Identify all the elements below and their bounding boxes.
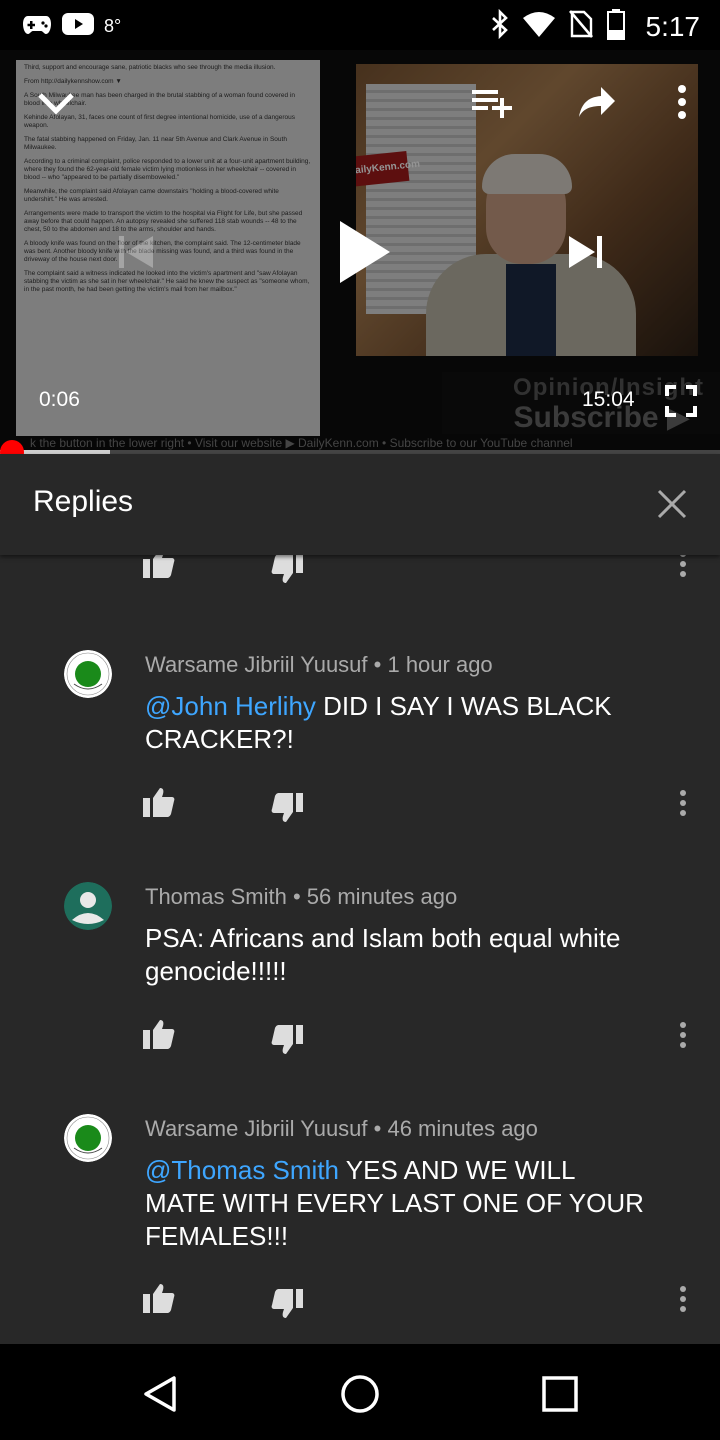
thumbs-up-icon [143,555,175,578]
more-vertical-icon [680,790,686,816]
reply-time: 1 hour ago [387,652,493,677]
more-vertical-icon [680,1022,686,1048]
previous-button[interactable] [112,222,160,282]
reply-meta: Warsame Jibriil Yuusuf • 1 hour ago [145,652,493,677]
like-button[interactable] [142,786,176,823]
comment-more-button[interactable] [668,1284,698,1319]
green-seal-avatar-icon [64,1114,112,1162]
reply-text: PSA: Africans and Islam both equal white… [145,922,645,988]
like-button[interactable] [142,1018,176,1055]
player-more-button[interactable] [660,76,704,128]
like-button[interactable] [142,555,176,584]
play-icon [340,221,390,283]
comment-actions [0,1018,720,1068]
like-button[interactable] [142,1282,176,1319]
avatar[interactable] [64,1114,112,1162]
reply-time: 56 minutes ago [306,884,458,909]
reply-meta: Thomas Smith • 56 minutes ago [145,884,458,909]
more-vertical-icon [680,1286,686,1312]
reply-body: PSA: Africans and Islam both equal white… [145,923,621,986]
close-replies-button[interactable] [648,480,696,528]
skip-previous-icon [119,236,153,268]
thumbs-down-icon [271,1025,303,1054]
reply-author[interactable]: Warsame Jibriil Yuusuf [145,1116,368,1141]
thumbs-down-icon [271,1289,303,1318]
no-sim-icon [568,9,594,44]
video-player[interactable]: Third, support and encourage sane, patri… [0,50,720,454]
reply-item: Warsame Jibriil Yuusuf • 46 minutes ago … [0,1114,720,1344]
thumbs-down-icon [271,555,303,583]
back-button[interactable] [132,1366,188,1422]
next-button[interactable] [560,224,610,280]
more-vertical-icon [678,85,686,119]
share-arrow-icon [579,87,615,117]
avatar[interactable] [64,882,112,930]
comment-actions [0,786,720,836]
reply-text: @Thomas Smith YES AND WE WILL MATE WITH … [145,1154,645,1253]
more-vertical-icon [680,555,686,577]
play-button[interactable] [324,210,404,294]
add-to-playlist-button[interactable] [466,80,518,124]
home-circle-icon [341,1375,379,1413]
dislike-button[interactable] [270,1288,304,1325]
thumbs-down-icon [271,793,303,822]
gamepad-icon [22,12,52,41]
fullscreen-icon [665,385,697,417]
recents-square-icon [542,1376,578,1412]
navigation-bar [0,1344,720,1440]
battery-icon [606,8,626,45]
person-avatar-icon [64,882,112,930]
reply-author[interactable]: Thomas Smith [145,884,287,909]
chevron-down-icon [38,93,74,115]
reply-time: 46 minutes ago [387,1116,538,1141]
replies-list[interactable]: Warsame Jibriil Yuusuf • 1 hour ago @Joh… [0,555,720,1344]
fullscreen-button[interactable] [660,380,702,422]
comment-more-button[interactable] [668,1020,698,1055]
reply-item: Warsame Jibriil Yuusuf • 1 hour ago @Joh… [0,650,720,850]
status-bar: 8° 5:17 [0,0,720,50]
green-seal-avatar-icon [64,650,112,698]
dislike-button[interactable] [270,555,304,590]
reply-author[interactable]: Warsame Jibriil Yuusuf [145,652,368,677]
minimize-button[interactable] [32,78,80,126]
clock: 5:17 [645,10,701,42]
back-triangle-icon [144,1376,176,1412]
dislike-button[interactable] [270,792,304,829]
skip-next-icon [569,236,602,268]
reply-item: Thomas Smith • 56 minutes ago PSA: Afric… [0,882,720,1082]
dislike-button[interactable] [270,1024,304,1061]
comment-more-button[interactable] [668,788,698,823]
thumbs-up-icon [143,1284,175,1313]
recents-button[interactable] [532,1366,588,1422]
bluetooth-icon [490,8,510,44]
comment-actions [0,1282,720,1332]
wifi-icon [522,10,556,43]
mention-link[interactable]: @Thomas Smith [145,1155,339,1185]
youtube-icon [62,12,94,41]
temperature: 8° [104,16,122,36]
comment-more-button[interactable] [668,555,698,584]
replies-header: Replies [0,454,720,555]
share-button[interactable] [572,78,622,126]
replies-title: Replies [33,485,134,518]
avatar[interactable] [64,650,112,698]
current-time: 0:06 [39,388,80,411]
thumbs-up-icon [143,1020,175,1049]
close-icon [657,489,687,519]
reply-text: @John Herlihy DID I SAY I WAS BLACK CRAC… [145,690,645,756]
home-button[interactable] [332,1366,388,1422]
comment-actions [0,555,720,597]
reply-meta: Warsame Jibriil Yuusuf • 46 minutes ago [145,1116,538,1141]
thumbs-up-icon [143,788,175,817]
total-time: 15:04 [582,388,635,411]
playlist-add-icon [472,90,512,118]
mention-link[interactable]: @John Herlihy [145,691,316,721]
